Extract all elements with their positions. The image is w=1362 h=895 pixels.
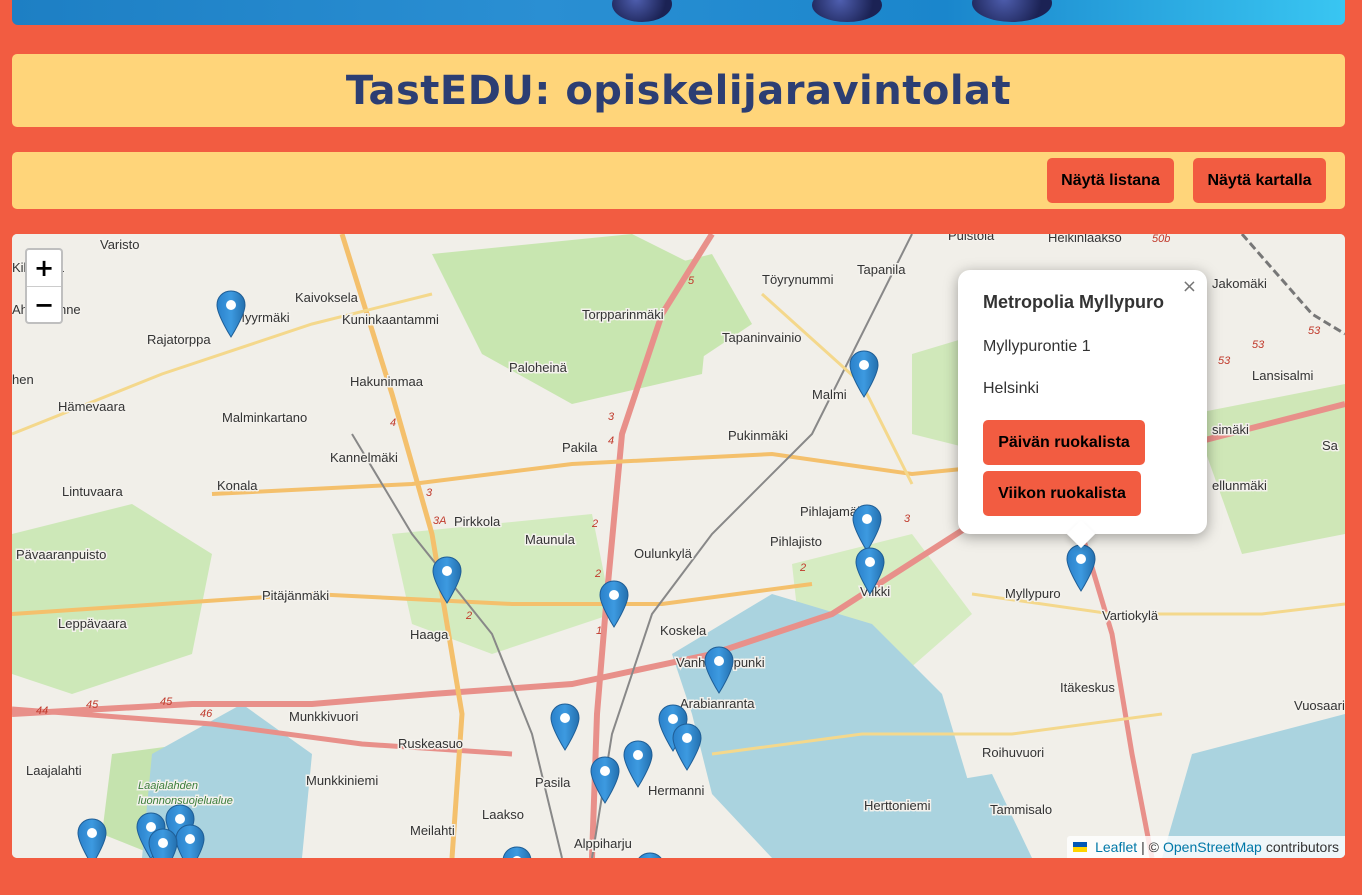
restaurant-marker-icon[interactable] bbox=[175, 824, 205, 858]
weekly-menu-button[interactable]: Viikon ruokalista bbox=[983, 471, 1141, 516]
zoom-in-button[interactable]: + bbox=[27, 250, 61, 287]
close-icon[interactable]: × bbox=[1182, 276, 1197, 297]
restaurant-marker-icon[interactable] bbox=[77, 818, 107, 858]
restaurant-marker-icon[interactable] bbox=[1066, 544, 1096, 592]
zoom-out-button[interactable]: − bbox=[27, 287, 61, 323]
popup-address: Myllypurontie 1 bbox=[983, 338, 1091, 355]
restaurant-popup: × Metropolia Myllypuro Myllypurontie 1 H… bbox=[958, 270, 1207, 549]
title-bar: TastEDU: opiskelijaravintolat bbox=[12, 54, 1345, 127]
zoom-control: + − bbox=[25, 248, 63, 324]
restaurant-marker-icon[interactable] bbox=[704, 646, 734, 694]
restaurant-marker-icon[interactable] bbox=[216, 290, 246, 338]
openstreetmap-link[interactable]: OpenStreetMap bbox=[1163, 839, 1262, 855]
restaurant-marker-icon[interactable] bbox=[635, 852, 665, 858]
restaurant-marker-icon[interactable] bbox=[599, 580, 629, 628]
popup-restaurant-name: Metropolia Myllypuro bbox=[983, 292, 1165, 312]
restaurant-marker-icon[interactable] bbox=[502, 846, 532, 858]
view-toolbar: Näytä listana Näytä kartalla bbox=[12, 152, 1345, 209]
ukraine-flag-icon bbox=[1073, 842, 1088, 852]
restaurant-marker-icon[interactable] bbox=[623, 740, 653, 788]
daily-menu-button[interactable]: Päivän ruokalista bbox=[983, 420, 1145, 465]
header-banner-image bbox=[12, 0, 1345, 25]
restaurant-marker-icon[interactable] bbox=[148, 828, 178, 858]
attribution-suffix: contributors bbox=[1265, 839, 1339, 855]
page-title: TastEDU: opiskelijaravintolat bbox=[345, 67, 1012, 114]
attribution-separator: | © bbox=[1141, 839, 1159, 855]
restaurant-marker-icon[interactable] bbox=[852, 504, 882, 552]
restaurant-marker-icon[interactable] bbox=[849, 350, 879, 398]
show-list-button[interactable]: Näytä listana bbox=[1047, 158, 1174, 203]
show-map-button[interactable]: Näytä kartalla bbox=[1193, 158, 1326, 203]
leaflet-link[interactable]: Leaflet bbox=[1095, 839, 1137, 855]
restaurant-marker-icon[interactable] bbox=[590, 756, 620, 804]
restaurant-marker-icon[interactable] bbox=[550, 703, 580, 751]
restaurant-marker-icon[interactable] bbox=[855, 547, 885, 595]
restaurant-marker-icon[interactable] bbox=[672, 723, 702, 771]
map-attribution: Leaflet | © OpenStreetMap contributors bbox=[1067, 836, 1345, 858]
restaurant-map[interactable]: Varisto Kilonkylä Ahkinärinne Kaivoksela… bbox=[12, 234, 1345, 858]
restaurant-marker-icon[interactable] bbox=[432, 556, 462, 604]
popup-city: Helsinki bbox=[983, 380, 1040, 397]
